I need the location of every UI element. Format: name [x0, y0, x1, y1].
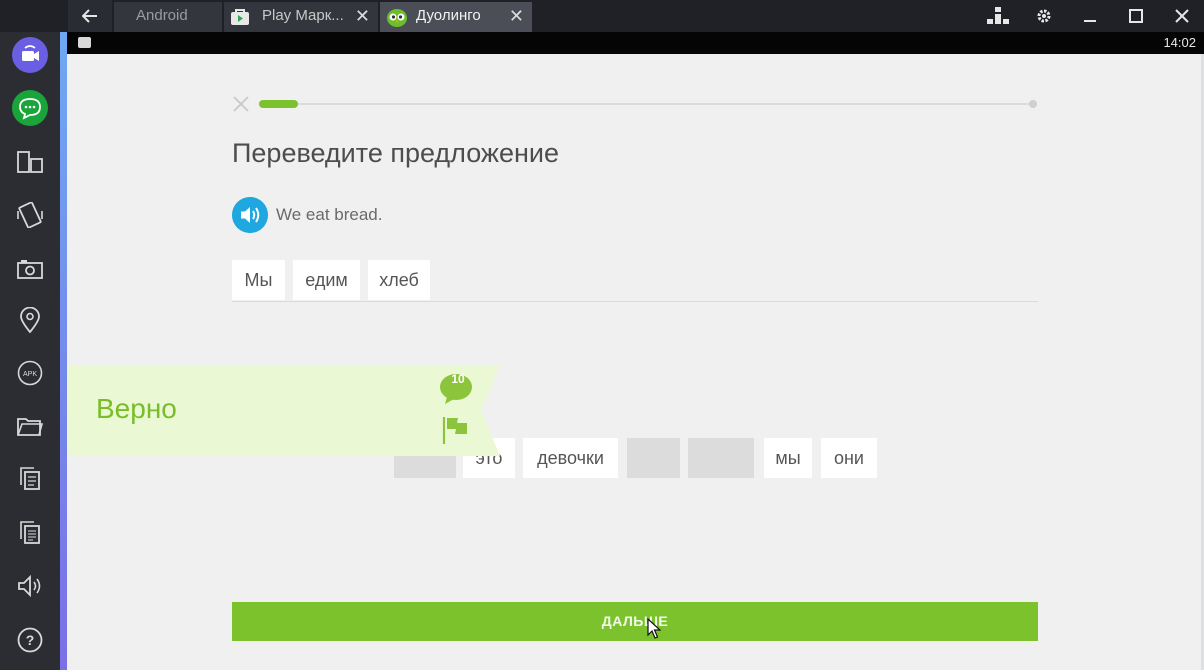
sidebar-item-help[interactable]: ? [10, 620, 50, 660]
volume-icon [18, 575, 41, 597]
tab-close-icon[interactable]: ✕ [509, 2, 524, 30]
verdict-text: Верно [96, 393, 177, 424]
continue-button[interactable]: ДАЛЬШЕ [232, 602, 1038, 641]
copy-icon [20, 467, 40, 490]
emulator-sidebar: APK ? [0, 32, 60, 670]
maximize-icon [1129, 9, 1143, 23]
help-label: ? [26, 632, 35, 648]
answer-area[interactable]: Мы едим хлеб [232, 260, 1038, 302]
rotate-screen-icon [17, 151, 43, 173]
answer-word-chip[interactable]: хлеб [368, 260, 430, 300]
play-store-icon [231, 9, 249, 25]
sidebar-item-paste[interactable] [10, 513, 50, 553]
word-bank-placeholder [688, 438, 754, 478]
close-window-button[interactable] [1160, 0, 1204, 32]
close-lesson-icon[interactable] [232, 95, 250, 113]
video-call-icon [12, 37, 48, 73]
sidebar-item-apk[interactable]: APK [10, 353, 50, 393]
sidebar-item-copy[interactable] [10, 459, 50, 499]
duolingo-lesson-screen: Переведите предложение We eat bread. Мы е… [67, 54, 1204, 670]
tab-play-market-label: Play Марк... [262, 7, 344, 24]
keymap-icon [987, 7, 1009, 24]
word-bank-chip[interactable]: мы [764, 438, 812, 478]
report-flag-icon[interactable] [440, 415, 470, 445]
speaker-icon[interactable] [232, 197, 268, 233]
shopping-bag-icon [78, 37, 91, 48]
sidebar-item-rotate[interactable] [10, 142, 50, 182]
paste-icon [20, 521, 40, 544]
tab-android[interactable]: Android [114, 2, 222, 32]
sidebar-accent-bar [60, 32, 67, 670]
lesson-progress-fill [259, 100, 298, 108]
sidebar-item-video-call[interactable] [10, 35, 50, 75]
source-sentence: We eat bread. [276, 205, 383, 224]
apk-install-icon: APK [17, 360, 43, 386]
folder-icon [17, 418, 43, 436]
mouse-cursor-icon [647, 618, 661, 639]
tab-android-label: Android [136, 7, 188, 24]
settings-button[interactable] [1022, 0, 1066, 32]
location-icon [20, 307, 40, 333]
help-icon: ? [17, 627, 43, 653]
lesson-progress-bar [259, 100, 1033, 108]
window-title-bar: Android Play Марк... ✕ Дуолинго ✕ [0, 0, 1204, 32]
android-status-bar: 14:02 [67, 32, 1204, 54]
close-icon [1175, 9, 1189, 23]
sidebar-item-folder[interactable] [10, 406, 50, 446]
maximize-button[interactable] [1114, 0, 1158, 32]
sidebar-item-chat[interactable] [10, 88, 50, 128]
word-bank-chip[interactable]: девочки [523, 438, 618, 478]
apk-label: APK [23, 371, 37, 378]
sidebar-item-shake[interactable] [10, 195, 50, 235]
sidebar-item-camera[interactable] [10, 249, 50, 289]
sidebar-item-volume[interactable] [10, 566, 50, 606]
tab-duolingo-label: Дуолинго [416, 7, 481, 24]
tab-duolingo[interactable]: Дуолинго ✕ [380, 2, 532, 32]
minimize-icon [1084, 20, 1096, 22]
exercise-heading: Переведите предложение [232, 138, 560, 168]
back-button[interactable] [68, 0, 112, 32]
tab-play-market[interactable]: Play Марк... ✕ [224, 2, 378, 32]
answer-word-chip[interactable]: Мы [232, 260, 285, 300]
shake-icon [17, 202, 43, 228]
tab-close-icon[interactable]: ✕ [355, 2, 370, 30]
minimize-button[interactable] [1068, 0, 1112, 32]
word-bank-chip[interactable]: они [821, 438, 877, 478]
word-bank-placeholder [627, 438, 680, 478]
status-clock: 14:02 [1163, 35, 1196, 50]
gear-icon [1037, 9, 1051, 23]
chat-icon [12, 90, 48, 126]
sidebar-item-location[interactable] [10, 300, 50, 340]
progress-end-dot [1029, 100, 1037, 108]
keymap-button[interactable] [976, 0, 1020, 32]
camera-icon [17, 260, 43, 279]
comment-count: 10 [451, 372, 465, 386]
answer-word-chip[interactable]: едим [293, 260, 360, 300]
arrow-left-icon [81, 9, 97, 23]
duolingo-owl-icon [387, 9, 407, 27]
